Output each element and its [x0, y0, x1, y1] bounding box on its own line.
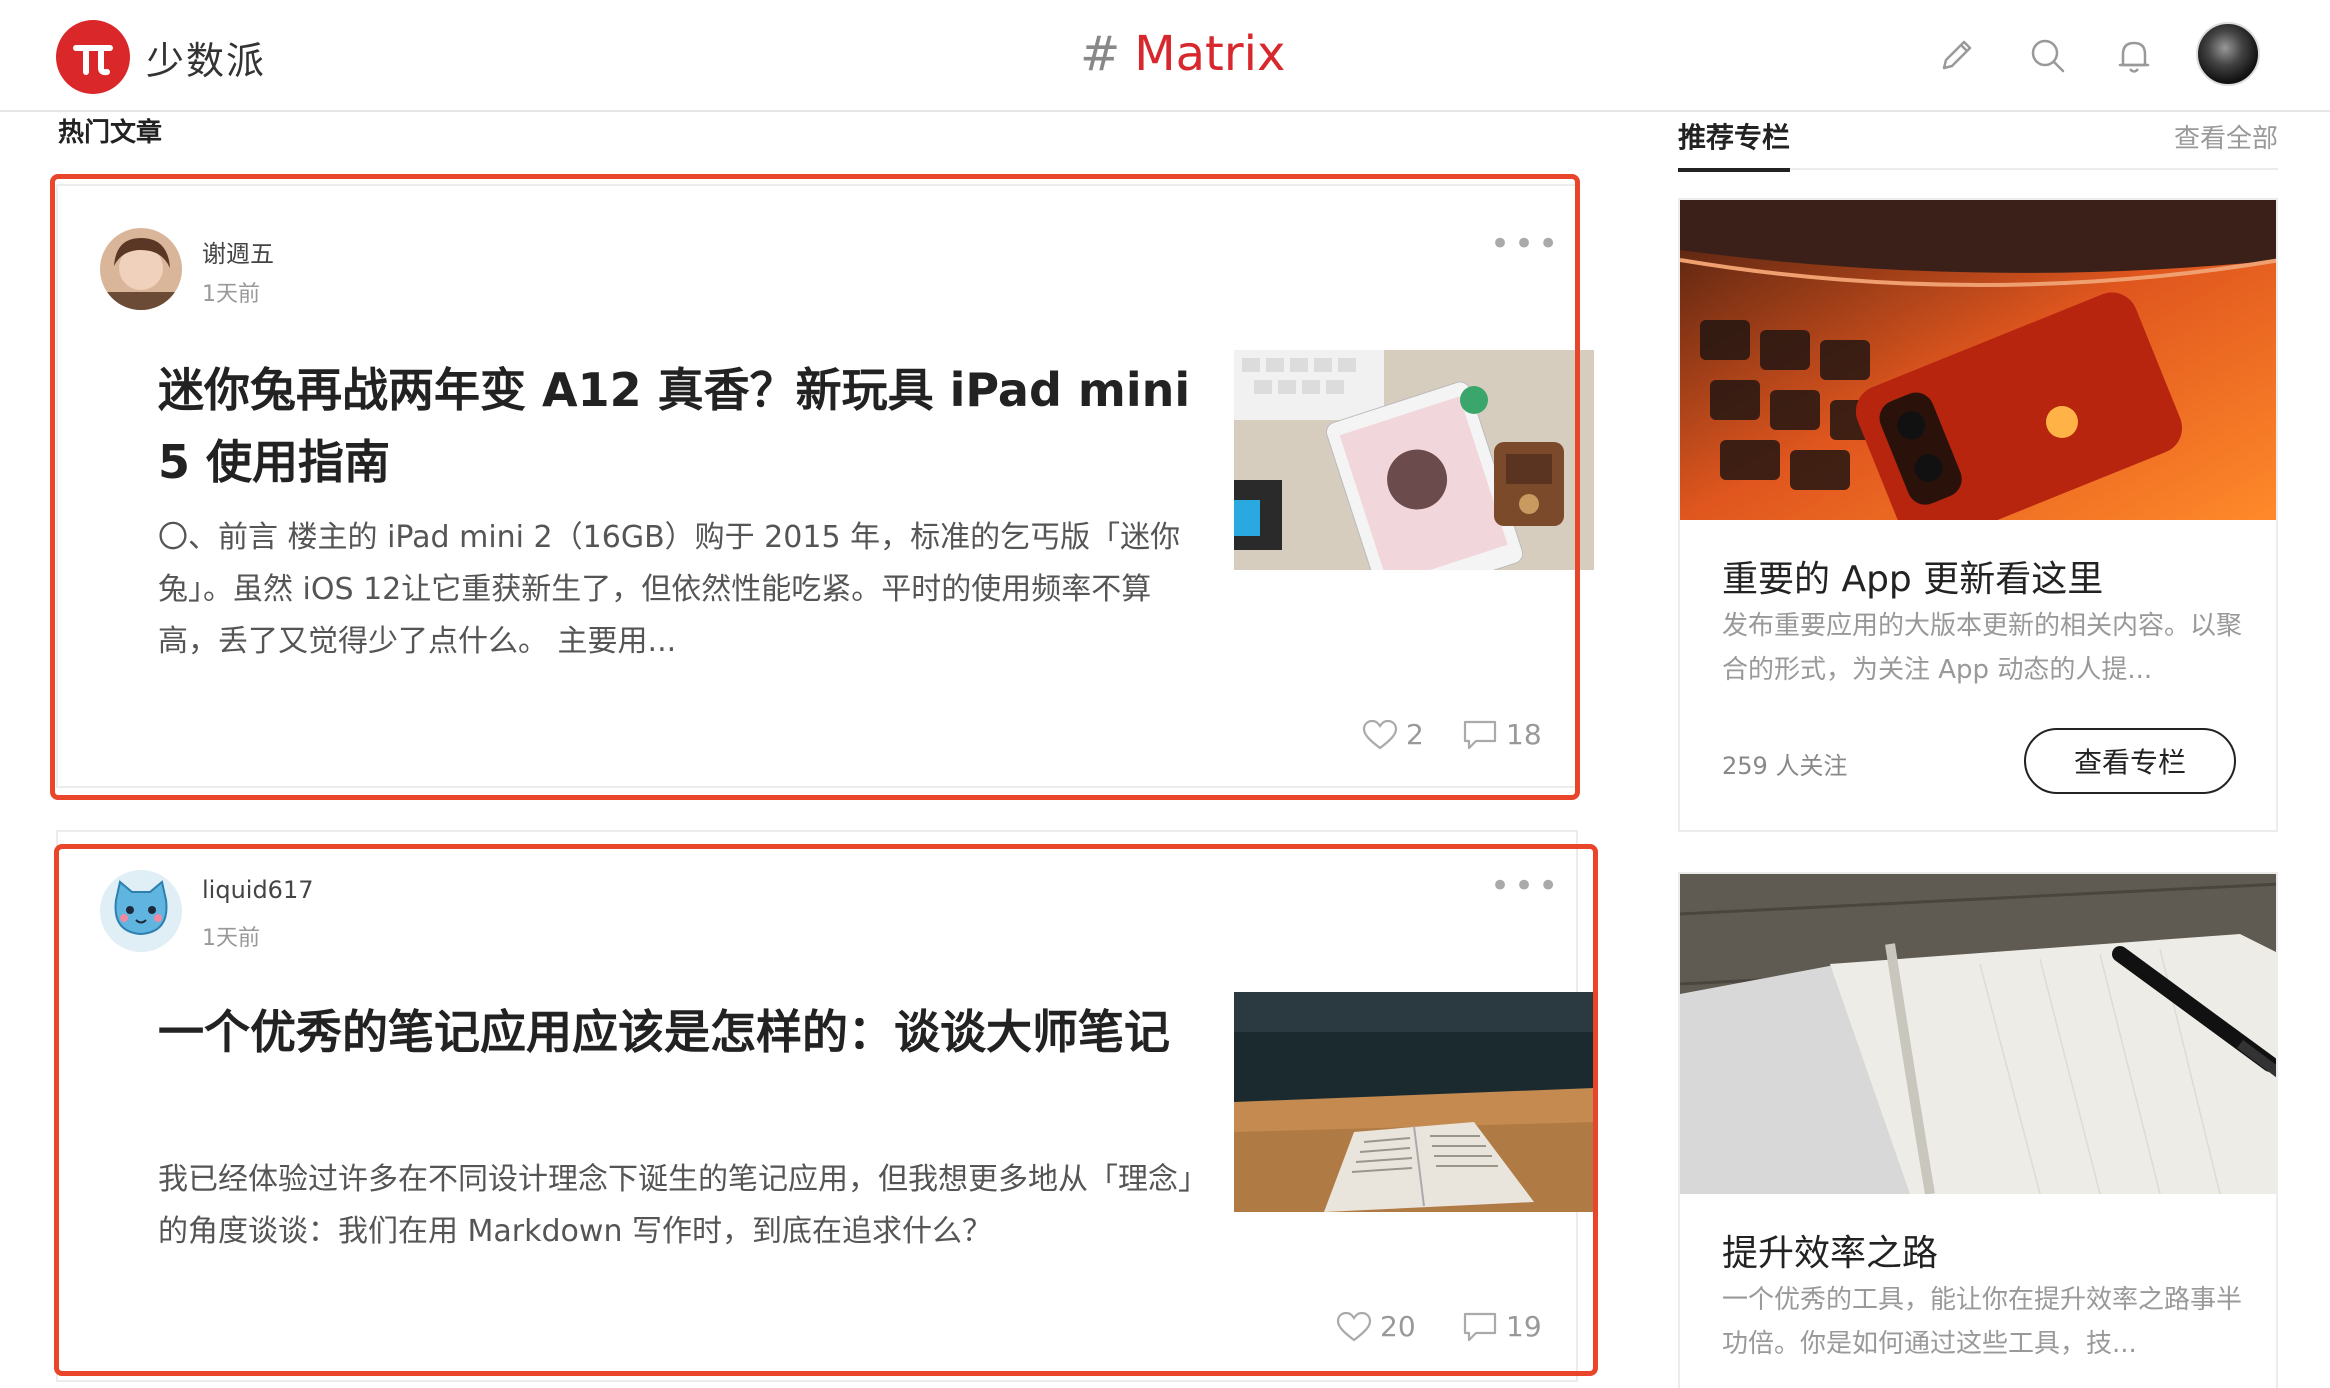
post-time: 1天前	[202, 282, 260, 307]
hot-articles-heading: 热门文章	[58, 118, 163, 148]
article-excerpt: 〇、前言 楼主的 iPad mini 2（16GB）购于 2015 年，标准的乞…	[158, 520, 1181, 659]
view-column-button[interactable]: 查看专栏	[2024, 728, 2236, 794]
column-cover-image[interactable]	[1680, 874, 2276, 1194]
author-name[interactable]: 谢週五	[202, 234, 274, 269]
comments-count: 18	[1506, 718, 1542, 751]
column-title[interactable]: 重要的 App 更新看这里	[1722, 550, 2103, 602]
author-avatar[interactable]	[100, 228, 182, 310]
column-card[interactable]: 重要的 App 更新看这里 发布重要应用的大版本更新的相关内容。以聚合的形式，为…	[1678, 198, 2278, 832]
column-description: 一个优秀的工具，能让你在提升效率之路事半功倍。你是如何通过这些工具，技...	[1722, 1285, 2243, 1359]
column-cover-image[interactable]	[1680, 200, 2276, 520]
pi-logo-icon	[73, 45, 113, 76]
comments[interactable]: 19	[1462, 1310, 1542, 1343]
hash-symbol: #	[1080, 26, 1121, 82]
channel-title: # Matrix	[1080, 26, 1285, 82]
likes[interactable]: 20	[1336, 1310, 1416, 1343]
comment-icon	[1463, 720, 1497, 749]
heart-icon	[1362, 719, 1398, 749]
heart-icon	[1336, 1311, 1372, 1341]
likes-count: 20	[1380, 1310, 1416, 1343]
more-options-icon[interactable]: •••	[1490, 224, 1562, 264]
more-options-icon[interactable]: •••	[1490, 866, 1562, 906]
comment-icon	[1463, 1312, 1497, 1341]
article-thumbnail[interactable]	[1234, 350, 1594, 570]
search-icon[interactable]	[2026, 34, 2070, 78]
author-name[interactable]: liquid617	[202, 876, 314, 904]
comments[interactable]: 18	[1462, 718, 1542, 751]
article-excerpt: 我已经体验过许多在不同设计理念下诞生的笔记应用，但我想更多地从「理念」的角度谈谈…	[158, 1162, 1193, 1249]
pencil-icon[interactable]	[1934, 34, 1978, 78]
sspai-logo[interactable]	[56, 20, 130, 94]
column-title[interactable]: 提升效率之路	[1722, 1224, 1938, 1276]
article-card[interactable]: 谢週五 1天前 ••• 迷你兔再战两年变 A12 真香？新玩具 iPad min…	[56, 184, 1594, 788]
article-card[interactable]: liquid617 1天前 ••• 一个优秀的笔记应用应该是怎样的：谈谈大师笔记…	[56, 830, 1594, 1382]
comments-count: 19	[1506, 1310, 1542, 1343]
channel-name: Matrix	[1134, 26, 1286, 82]
brand-name[interactable]: 少数派	[146, 30, 266, 85]
top-nav-bar: 少数派 # Matrix	[0, 0, 2330, 112]
author-avatar[interactable]	[100, 870, 182, 952]
article-title[interactable]: 一个优秀的笔记应用应该是怎样的：谈谈大师笔记	[158, 996, 1198, 1068]
likes[interactable]: 2	[1362, 718, 1424, 751]
recommended-columns-header: 推荐专栏 查看全部	[1678, 114, 2278, 172]
post-time: 1天前	[202, 926, 260, 951]
column-follower-count: 259 人关注	[1722, 752, 1848, 780]
column-card[interactable]: 提升效率之路 一个优秀的工具，能让你在提升效率之路事半功倍。你是如何通过这些工具…	[1678, 872, 2278, 1388]
article-title[interactable]: 迷你兔再战两年变 A12 真香？新玩具 iPad mini 5 使用指南	[158, 354, 1198, 498]
user-avatar[interactable]	[2196, 22, 2260, 86]
article-thumbnail[interactable]	[1234, 992, 1594, 1212]
column-description: 发布重要应用的大版本更新的相关内容。以聚合的形式，为关注 App 动态的人提..…	[1722, 611, 2243, 685]
recommended-columns-tab[interactable]: 推荐专栏	[1678, 116, 1791, 172]
view-all-link[interactable]: 查看全部	[2174, 118, 2278, 155]
bell-icon[interactable]	[2112, 34, 2156, 78]
likes-count: 2	[1406, 718, 1424, 751]
